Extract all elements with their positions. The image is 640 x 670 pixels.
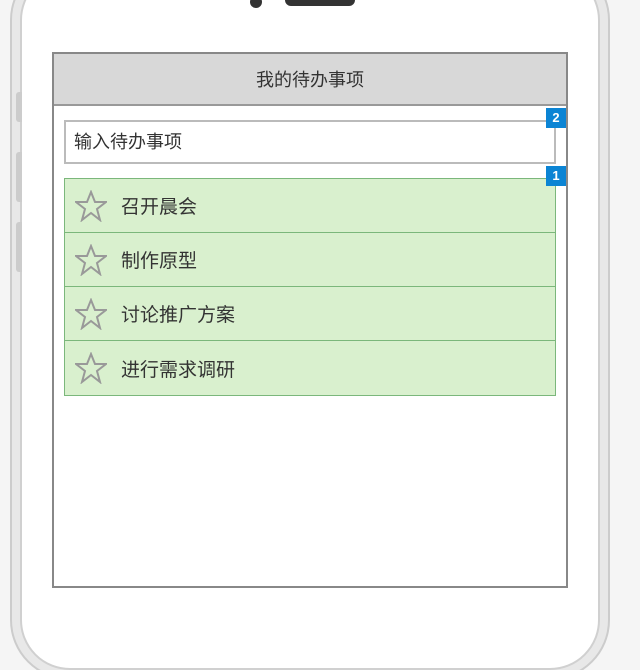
todo-item-label: 进行需求调研 [121, 355, 235, 382]
phone-frame: 我的待办事项 2 1 召开晨会 [20, 0, 600, 670]
todo-item[interactable]: 进行需求调研 [65, 341, 555, 395]
annotation-marker-2: 2 [546, 108, 566, 128]
todo-item[interactable]: 讨论推广方案 [65, 287, 555, 341]
content-area: 2 1 召开晨会 制作原型 [54, 106, 566, 410]
star-icon[interactable] [75, 244, 107, 276]
phone-side-button [16, 92, 22, 122]
phone-speaker [285, 0, 355, 6]
todo-input-wrapper: 2 [64, 120, 556, 164]
todo-item-label: 召开晨会 [121, 192, 197, 219]
page-title: 我的待办事项 [54, 54, 566, 106]
todo-item[interactable]: 召开晨会 [65, 179, 555, 233]
phone-side-button [16, 222, 22, 272]
phone-side-button [16, 152, 22, 202]
todo-item-label: 制作原型 [121, 246, 197, 273]
phone-camera-dot [250, 0, 262, 8]
app-screen: 我的待办事项 2 1 召开晨会 [52, 52, 568, 588]
star-icon[interactable] [75, 352, 107, 384]
star-icon[interactable] [75, 298, 107, 330]
todo-list-wrapper: 1 召开晨会 制作原型 [64, 178, 556, 396]
todo-item[interactable]: 制作原型 [65, 233, 555, 287]
todo-item-label: 讨论推广方案 [121, 300, 235, 327]
annotation-marker-1: 1 [546, 166, 566, 186]
todo-list: 召开晨会 制作原型 讨论推广方案 [64, 178, 556, 396]
star-icon[interactable] [75, 190, 107, 222]
todo-input[interactable] [64, 120, 556, 164]
